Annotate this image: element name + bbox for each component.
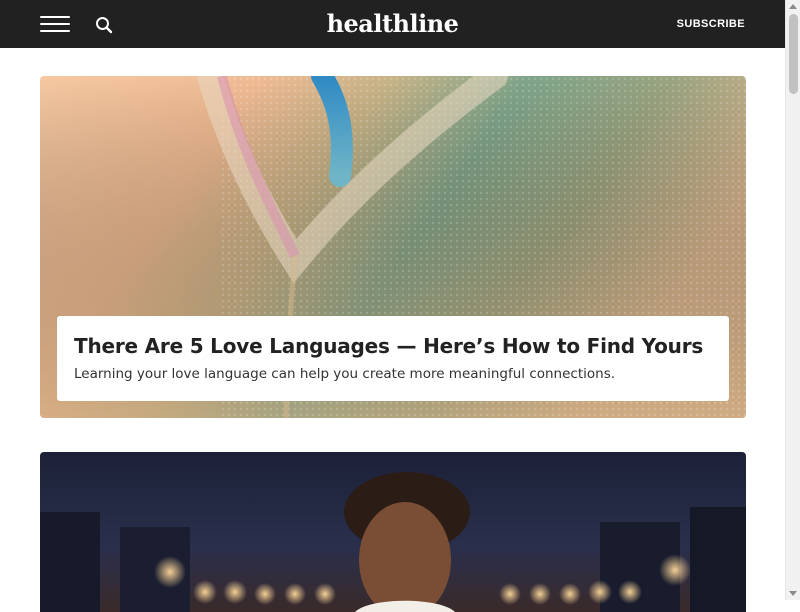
subscribe-button[interactable]: SUBSCRIBE xyxy=(677,18,745,30)
article-card[interactable] xyxy=(40,452,746,612)
scrollbar-thumb[interactable] xyxy=(789,14,798,94)
scroll-up-arrow-icon[interactable] xyxy=(789,4,797,9)
article-description: Learning your love language can help you… xyxy=(74,366,616,382)
site-header: healthline SUBSCRIBE xyxy=(0,0,785,48)
article-portrait-image xyxy=(40,452,746,612)
site-logo[interactable]: healthline xyxy=(0,9,785,38)
article-title[interactable]: There Are 5 Love Languages — Here’s How … xyxy=(74,334,712,358)
featured-article-card[interactable]: There Are 5 Love Languages — Here’s How … xyxy=(40,76,746,418)
scroll-down-arrow-icon[interactable] xyxy=(789,591,797,596)
page-scrollbar[interactable] xyxy=(785,0,800,600)
article-caption-box: There Are 5 Love Languages — Here’s How … xyxy=(57,316,729,401)
